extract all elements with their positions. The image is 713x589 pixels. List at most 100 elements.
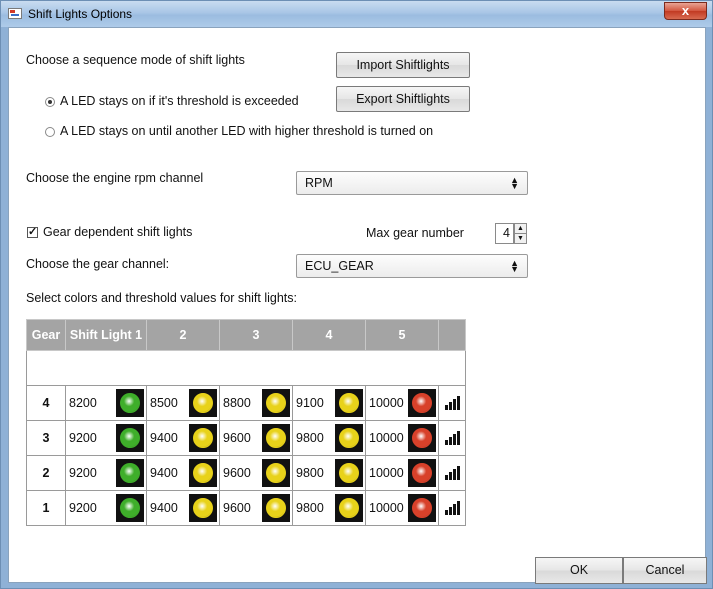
led-color-picker[interactable] <box>189 389 217 417</box>
bar-chart-button[interactable] <box>438 385 466 421</box>
led-icon <box>120 393 140 413</box>
led-icon <box>120 428 140 448</box>
threshold-cell[interactable]: 9400 <box>146 455 220 491</box>
led-color-picker[interactable] <box>262 494 290 522</box>
threshold-value[interactable]: 9200 <box>69 431 97 445</box>
bar-chart-icon <box>444 396 460 411</box>
threshold-value[interactable]: 10000 <box>369 501 404 515</box>
led-color-picker[interactable] <box>116 389 144 417</box>
threshold-value[interactable]: 9800 <box>296 501 324 515</box>
window-title: Shift Lights Options <box>28 7 133 21</box>
threshold-value[interactable]: 9400 <box>150 501 178 515</box>
threshold-cell[interactable]: 9200 <box>65 420 147 456</box>
threshold-cell[interactable]: 8800 <box>219 385 293 421</box>
column-header: 2 <box>146 319 220 351</box>
bar-chart-icon <box>444 501 460 516</box>
rpm-channel-select[interactable]: RPM ▲ ▼ <box>296 171 528 195</box>
threshold-value[interactable]: 9400 <box>150 466 178 480</box>
led-color-picker[interactable] <box>408 389 436 417</box>
led-color-picker[interactable] <box>335 459 363 487</box>
threshold-cell[interactable]: 9600 <box>219 490 293 526</box>
threshold-cell[interactable]: 10000 <box>365 385 439 421</box>
led-color-picker[interactable] <box>335 424 363 452</box>
export-shiftlights-button[interactable]: Export Shiftlights <box>336 86 470 112</box>
gear-dependent-checkbox[interactable]: ✓ <box>27 227 38 238</box>
gear-number-cell: 2 <box>26 455 66 491</box>
threshold-value[interactable]: 10000 <box>369 431 404 445</box>
bar-chart-icon <box>444 431 460 446</box>
threshold-cell[interactable]: 9600 <box>219 455 293 491</box>
led-icon <box>266 428 286 448</box>
threshold-value[interactable]: 8800 <box>223 396 251 410</box>
app-window-icon <box>8 8 22 19</box>
threshold-cell[interactable]: 10000 <box>365 490 439 526</box>
led-color-picker[interactable] <box>116 424 144 452</box>
threshold-cell[interactable]: 9800 <box>292 490 366 526</box>
threshold-value[interactable]: 8500 <box>150 396 178 410</box>
gear-channel-select[interactable]: ECU_GEAR ▲ ▼ <box>296 254 528 278</box>
led-color-picker[interactable] <box>262 459 290 487</box>
table-header-row: Gear Shift Light 1 2 3 4 5 <box>26 319 466 351</box>
column-header: 3 <box>219 319 293 351</box>
threshold-value[interactable]: 9200 <box>69 466 97 480</box>
bar-chart-button[interactable] <box>438 490 466 526</box>
threshold-value[interactable]: 9800 <box>296 466 324 480</box>
ok-button[interactable]: OK <box>535 557 623 584</box>
threshold-value[interactable]: 9100 <box>296 396 324 410</box>
led-color-picker[interactable] <box>262 389 290 417</box>
led-color-picker[interactable] <box>335 494 363 522</box>
led-color-picker[interactable] <box>189 494 217 522</box>
title-bar[interactable]: Shift Lights Options x <box>1 1 712 27</box>
table-row: 2 9200 9400 9600 9800 10000 <box>26 455 466 491</box>
max-gear-input[interactable]: 4 <box>495 223 514 244</box>
column-header: 5 <box>365 319 439 351</box>
led-color-picker[interactable] <box>335 389 363 417</box>
threshold-value[interactable]: 10000 <box>369 466 404 480</box>
threshold-cell[interactable]: 10000 <box>365 420 439 456</box>
threshold-cell[interactable]: 9200 <box>65 490 147 526</box>
threshold-value[interactable]: 9600 <box>223 501 251 515</box>
threshold-cell[interactable]: 8500 <box>146 385 220 421</box>
gear-number-cell: 1 <box>26 490 66 526</box>
led-icon <box>193 393 213 413</box>
spin-down-icon[interactable]: ▼ <box>514 233 527 244</box>
bar-chart-button[interactable] <box>438 420 466 456</box>
threshold-value[interactable]: 10000 <box>369 396 404 410</box>
led-color-picker[interactable] <box>408 459 436 487</box>
import-shiftlights-button[interactable]: Import Shiftlights <box>336 52 470 78</box>
threshold-value[interactable]: 9400 <box>150 431 178 445</box>
sequence-mode-radio-higher[interactable] <box>45 127 55 137</box>
threshold-cell[interactable]: 9400 <box>146 420 220 456</box>
threshold-cell[interactable]: 9100 <box>292 385 366 421</box>
led-color-picker[interactable] <box>262 424 290 452</box>
led-color-picker[interactable] <box>116 494 144 522</box>
led-color-picker[interactable] <box>408 424 436 452</box>
threshold-cell[interactable]: 10000 <box>365 455 439 491</box>
threshold-value[interactable]: 9800 <box>296 431 324 445</box>
led-color-picker[interactable] <box>116 459 144 487</box>
led-icon <box>339 393 359 413</box>
gear-dependent-label: Gear dependent shift lights <box>43 225 193 239</box>
threshold-cell[interactable]: 9200 <box>65 455 147 491</box>
threshold-cell[interactable]: 9800 <box>292 420 366 456</box>
led-icon <box>339 463 359 483</box>
threshold-cell[interactable]: 9400 <box>146 490 220 526</box>
threshold-cell[interactable]: 8200 <box>65 385 147 421</box>
threshold-value[interactable]: 9600 <box>223 431 251 445</box>
led-color-picker[interactable] <box>189 459 217 487</box>
threshold-cell[interactable]: 9600 <box>219 420 293 456</box>
threshold-value[interactable]: 8200 <box>69 396 97 410</box>
shift-light-threshold-table: Gear Shift Light 1 2 3 4 5 4 8200 8500 8800… <box>26 319 466 526</box>
led-color-picker[interactable] <box>189 424 217 452</box>
table-row: 1 9200 9400 9600 9800 10000 <box>26 490 466 526</box>
close-button[interactable]: x <box>664 2 707 20</box>
led-icon <box>120 463 140 483</box>
threshold-cell[interactable]: 9800 <box>292 455 366 491</box>
bar-chart-button[interactable] <box>438 455 466 491</box>
threshold-value[interactable]: 9200 <box>69 501 97 515</box>
led-color-picker[interactable] <box>408 494 436 522</box>
led-icon <box>266 463 286 483</box>
cancel-button[interactable]: Cancel <box>623 557 707 584</box>
sequence-mode-radio-threshold[interactable] <box>45 97 55 107</box>
threshold-value[interactable]: 9600 <box>223 466 251 480</box>
